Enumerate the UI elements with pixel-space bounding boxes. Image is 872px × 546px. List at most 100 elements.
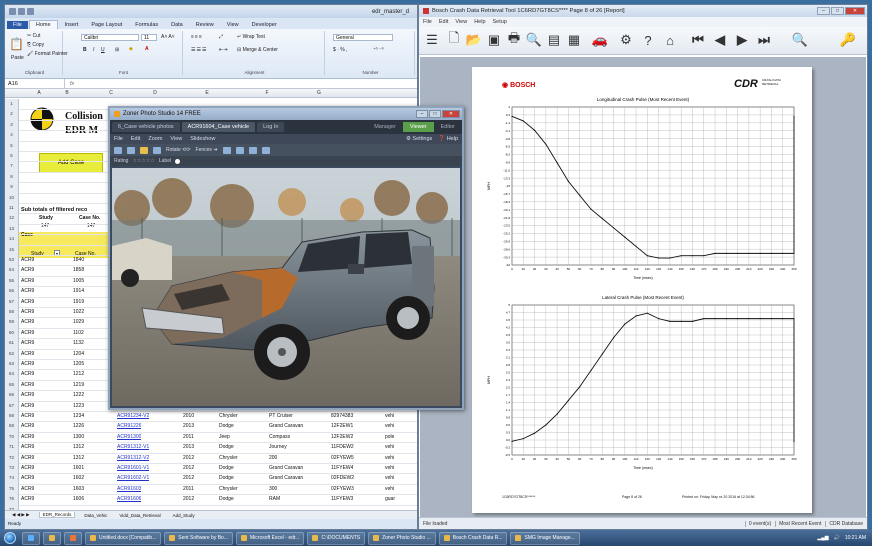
row-header[interactable]: 12: [5, 213, 19, 224]
row-header[interactable]: 54: [5, 265, 19, 276]
border-icon[interactable]: ⊞: [115, 47, 119, 53]
network-icon[interactable]: ▂▄▆: [817, 535, 828, 541]
italic-button[interactable]: I: [93, 47, 94, 53]
tab-login[interactable]: Log In: [257, 122, 285, 132]
minimize-button[interactable]: –: [416, 110, 428, 118]
align-left-icon[interactable]: ☰☰☰: [191, 47, 207, 53]
settings-button[interactable]: ⚙ Settings: [406, 136, 432, 142]
help-button[interactable]: ❓ Help: [438, 136, 458, 142]
decimal-icon[interactable]: ⁺⁰ ⁻⁰: [373, 47, 384, 53]
row-header[interactable]: 9: [5, 182, 19, 193]
ribbon-tab-view[interactable]: View: [221, 21, 245, 29]
volume-icon[interactable]: 🔊: [834, 535, 840, 541]
ribbon-tab-review[interactable]: Review: [190, 21, 220, 29]
row-header[interactable]: 10: [5, 192, 19, 203]
indent-icon[interactable]: ⇤⇥: [219, 47, 227, 53]
key-icon[interactable]: 🔑: [839, 31, 857, 49]
report-canvas[interactable]: ◉ BOSCH CDR CRASH DATA RETRIEVAL Longitu…: [420, 57, 866, 517]
case-link[interactable]: ACR91603: [117, 486, 141, 492]
taskbar-button[interactable]: Bosch Crash Data R...: [438, 531, 508, 545]
vehicle-photo[interactable]: [112, 168, 460, 406]
taskbar-button[interactable]: Untitled.docx [Compatib...: [85, 531, 162, 545]
pinned-ie-icon[interactable]: [22, 531, 40, 545]
bosch-titlebar[interactable]: Bosch Crash Data Retrieval Tool 1C6RD7GT…: [419, 5, 867, 17]
case-link[interactable]: ACR91300: [117, 434, 141, 440]
zoom-in-icon[interactable]: [235, 146, 244, 154]
paste-icon[interactable]: 📋: [9, 37, 24, 51]
help-icon[interactable]: ?: [639, 31, 657, 49]
clock[interactable]: 10:21 AM: [845, 535, 866, 541]
ribbon-tab-file[interactable]: File: [7, 21, 28, 29]
row-header[interactable]: 75: [5, 483, 19, 495]
row-header[interactable]: 74: [5, 473, 19, 484]
font-size-select[interactable]: 11: [141, 34, 157, 41]
ribbon-tab-formulas[interactable]: Formulas: [129, 21, 164, 29]
excel-titlebar[interactable]: edr_master_d: [5, 5, 417, 18]
number-format-select[interactable]: General: [333, 34, 393, 41]
copy-button[interactable]: ⎘ Copy: [27, 42, 44, 48]
row-header[interactable]: 63: [5, 359, 19, 370]
zoner-titlebar[interactable]: Zoner Photo Studio 14 FREE – □ ✕: [110, 108, 462, 120]
fill-color-icon[interactable]: ◆: [129, 46, 133, 52]
save-icon[interactable]: ▣: [485, 31, 503, 49]
sheet-tab-data-vehic[interactable]: Data_Vehic: [81, 513, 110, 518]
taskbar-button[interactable]: Microsoft Excel - edr...: [236, 531, 305, 545]
menu-edit[interactable]: Edit: [439, 19, 448, 25]
toggle-icon[interactable]: ☰: [423, 31, 441, 49]
table-row[interactable]: ACR9 1226 ACR91226 2013 Dodge Grand Caravan 12…: [19, 423, 417, 433]
start-button[interactable]: [4, 532, 16, 544]
tab-photo[interactable]: ACR91604_Case vehicle: [181, 122, 256, 132]
row-header[interactable]: 15: [5, 244, 19, 255]
table-row[interactable]: ACR9 1602 ACR91602-V1 2012 Dodge Grand Carava…: [19, 475, 417, 485]
zoner-menu-zoom[interactable]: Zoom: [148, 136, 162, 142]
case-link[interactable]: ACR91312-V2: [117, 455, 149, 461]
report-icon[interactable]: ▦: [565, 31, 583, 49]
row-header[interactable]: 2: [5, 109, 19, 120]
row-header[interactable]: 55: [5, 275, 19, 287]
export-icon[interactable]: ▤: [545, 31, 563, 49]
table-row[interactable]: ACR9 1312 ACR91312-V1 2013 Dodge Journey 11FDE…: [19, 444, 417, 454]
home-icon[interactable]: ⌂: [661, 31, 679, 49]
table-row[interactable]: ACR9 1300 ACR91300 2011 Jeep Compass 12F2EW2 po…: [19, 434, 417, 444]
save-icon[interactable]: [18, 8, 25, 15]
case-link[interactable]: ACR91602-V1: [117, 475, 149, 481]
sheet-nav-icon[interactable]: ◀ ◀ ▶ ▶: [9, 512, 33, 518]
print-preview-icon[interactable]: 🔍: [525, 31, 543, 49]
menu-view[interactable]: View: [455, 19, 467, 25]
case-link[interactable]: ACR91226: [117, 423, 141, 429]
case-link[interactable]: ACR91601-V1: [117, 465, 149, 471]
font-name-select[interactable]: Calibri: [81, 34, 139, 41]
taskbar-button[interactable]: Zoner Photo Studio ...: [368, 531, 436, 545]
ribbon-tab-page-layout[interactable]: Page Layout: [85, 21, 128, 29]
row-header[interactable]: 7: [5, 161, 19, 172]
table-row[interactable]: ACR9 1234 ACR91234-V2 2010 Chrysler PT Cruise…: [19, 413, 417, 423]
name-box[interactable]: A16: [5, 79, 65, 88]
column-header-g[interactable]: G: [309, 90, 329, 96]
prev-page-icon[interactable]: ◀: [711, 31, 729, 49]
new-file-icon[interactable]: 🗋: [445, 30, 463, 49]
taskbar-button[interactable]: Sent Software by Bo...: [164, 531, 233, 545]
row-header[interactable]: 3: [5, 119, 19, 131]
ribbon-tab-developer[interactable]: Developer: [246, 21, 283, 29]
forward-icon[interactable]: [127, 146, 135, 154]
sheet-tab-vidd-data-retrieval[interactable]: Vidd_Data_Retrieval: [116, 513, 163, 518]
case-link[interactable]: ACR91234-V2: [117, 413, 149, 419]
mode-viewer[interactable]: Viewer: [402, 122, 434, 132]
row-header[interactable]: 58: [5, 307, 19, 318]
read-icon[interactable]: ⚙: [617, 31, 635, 49]
zoner-menu-view[interactable]: View: [170, 136, 182, 142]
row-header[interactable]: 14: [5, 234, 19, 245]
table-row[interactable]: ACR9 1603 ACR91603 2011 Chrysler 300 02FYEW3 ve…: [19, 486, 417, 496]
sheet-tab-edr-records[interactable]: EDR_Records: [38, 512, 76, 518]
last-page-icon[interactable]: ⏭: [755, 31, 773, 49]
row-header[interactable]: 62: [5, 348, 19, 359]
ribbon-tab-home[interactable]: Home: [28, 20, 58, 29]
row-header[interactable]: 69: [5, 421, 19, 432]
minimize-button[interactable]: –: [817, 7, 830, 15]
open-folder-icon[interactable]: 📂: [465, 31, 483, 49]
case-link[interactable]: ACR91312-V1: [117, 444, 149, 450]
zoner-menu-slideshow[interactable]: Slideshow: [190, 136, 215, 142]
folder-icon[interactable]: [140, 146, 148, 154]
row-header[interactable]: 1: [5, 99, 19, 110]
row-header[interactable]: 5: [5, 140, 19, 151]
